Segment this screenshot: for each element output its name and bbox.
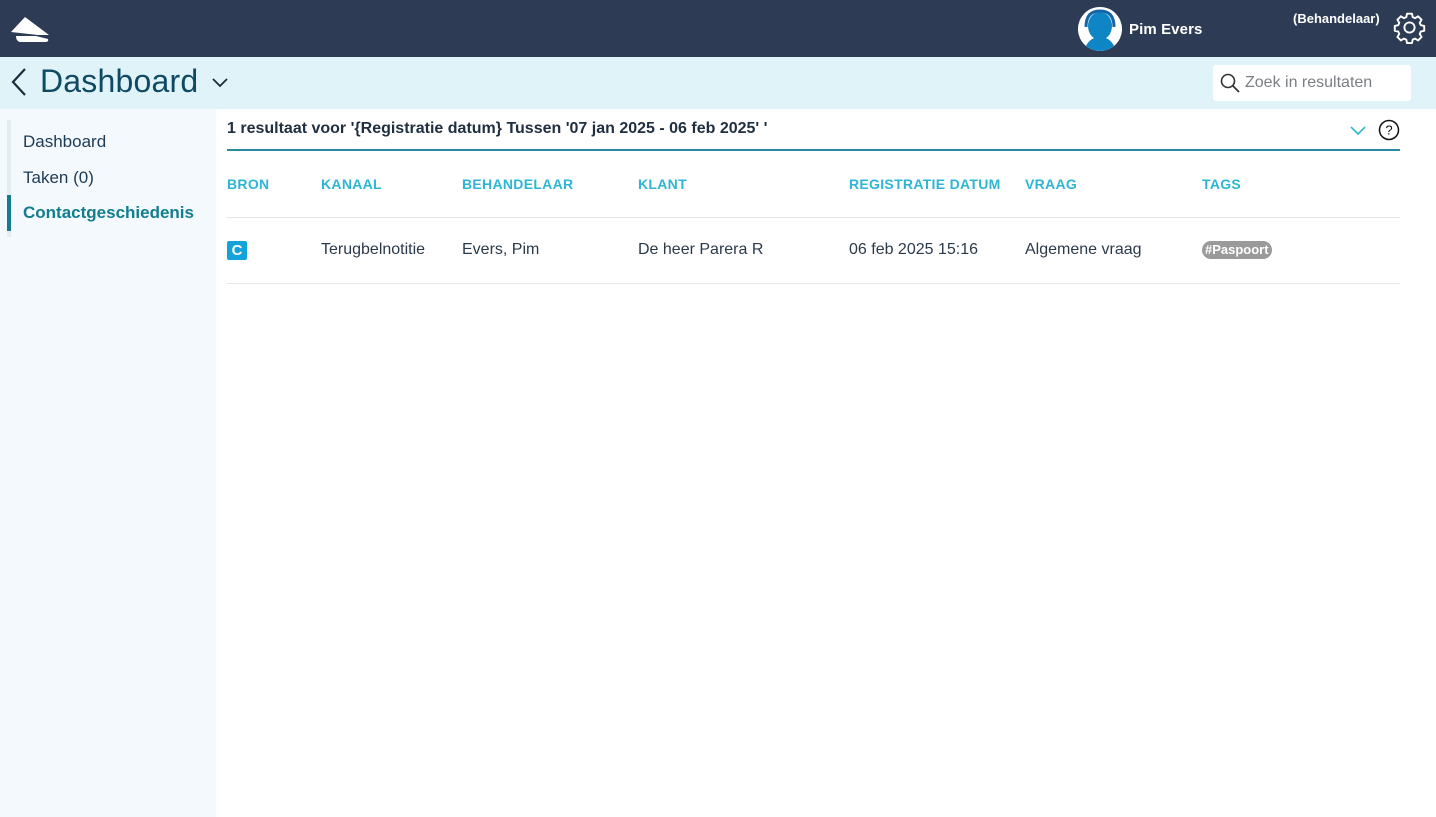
column-header-kanaal[interactable]: KANAAL <box>321 151 462 218</box>
sidebar: Dashboard Taken (0) Contactgeschiedenis <box>0 109 216 817</box>
sidebar-item-dashboard[interactable]: Dashboard <box>7 124 216 160</box>
user-profile[interactable]: Pim Evers <box>1078 7 1202 51</box>
search-icon <box>1220 73 1240 93</box>
cell-behandelaar: Evers, Pim <box>462 217 638 284</box>
gear-icon[interactable] <box>1392 10 1427 45</box>
sidebar-item-contactgeschiedenis[interactable]: Contactgeschiedenis <box>7 195 216 231</box>
cell-bron: C <box>227 217 321 284</box>
tag-badge[interactable]: #Paspoort <box>1202 241 1272 259</box>
back-arrow-icon[interactable] <box>9 66 29 98</box>
top-bar: Pim Evers (Behandelaar) <box>0 0 1436 57</box>
avatar <box>1078 7 1122 51</box>
sidebar-item-taken[interactable]: Taken (0) <box>7 160 216 196</box>
source-badge: C <box>227 240 247 260</box>
column-header-tags[interactable]: TAGS <box>1202 151 1400 218</box>
search-input[interactable] <box>1245 74 1405 92</box>
column-header-vraag[interactable]: VRAAG <box>1025 151 1202 218</box>
column-header-registratie-datum[interactable]: REGISTRATIE DATUM <box>849 151 1025 218</box>
column-header-bron[interactable]: BRON <box>227 151 321 218</box>
result-summary-bar: 1 resultaat voor '{Registratie datum} Tu… <box>227 109 1400 151</box>
user-name: Pim Evers <box>1129 20 1203 38</box>
search-box[interactable] <box>1213 65 1411 101</box>
user-avatar-icon <box>1078 7 1122 51</box>
chevron-down-icon[interactable] <box>1349 125 1367 137</box>
help-icon[interactable]: ? <box>1378 119 1400 141</box>
table-header-row: BRON KANAAL BEHANDELAAR KLANT REGISTRATI… <box>227 151 1400 218</box>
cell-klant: De heer Parera R <box>638 217 849 284</box>
user-role: (Behandelaar) <box>1293 11 1380 26</box>
cell-vraag: Algemene vraag <box>1025 217 1202 284</box>
result-summary: 1 resultaat voor '{Registratie datum} Tu… <box>227 120 768 137</box>
logo-icon[interactable] <box>8 12 52 44</box>
page-title: Dashboard <box>40 63 199 99</box>
table-row[interactable]: C Terugbelnotitie Evers, Pim De heer Par… <box>227 217 1400 284</box>
results-table: BRON KANAAL BEHANDELAAR KLANT REGISTRATI… <box>227 151 1400 284</box>
svg-text:?: ? <box>1385 123 1392 138</box>
column-header-klant[interactable]: KLANT <box>638 151 849 218</box>
cell-tags: #Paspoort <box>1202 217 1400 284</box>
main-content: 1 resultaat voor '{Registratie datum} Tu… <box>227 109 1400 284</box>
cell-kanaal: Terugbelnotitie <box>321 217 462 284</box>
column-header-behandelaar[interactable]: BEHANDELAAR <box>462 151 638 218</box>
cell-registratie-datum: 06 feb 2025 15:16 <box>849 217 1025 284</box>
chevron-down-icon[interactable] <box>210 75 230 89</box>
page-header: Dashboard <box>0 57 1436 109</box>
